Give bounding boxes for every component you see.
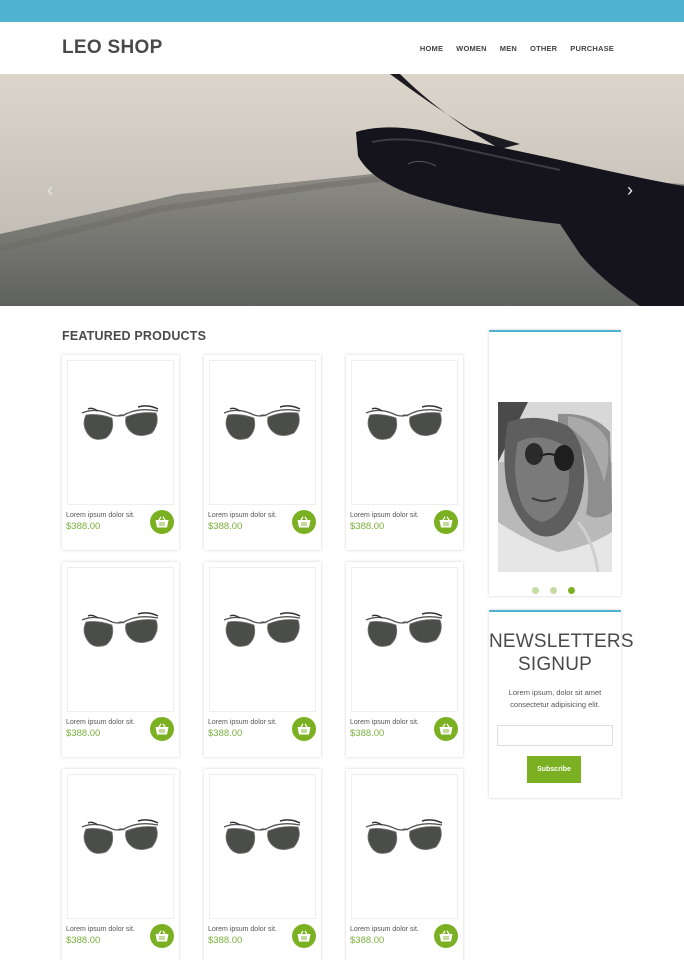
add-to-cart-button[interactable] <box>292 924 316 948</box>
product-price: $388.00 <box>350 728 385 739</box>
site-logo[interactable]: LEO SHOP <box>62 37 163 59</box>
sunglasses-icon <box>365 405 443 440</box>
product-image[interactable] <box>351 360 458 505</box>
sunglasses-icon <box>223 819 301 854</box>
hero-slider: ‹ › <box>0 74 684 306</box>
product-image[interactable] <box>209 360 316 505</box>
sunglasses-icon <box>365 612 443 647</box>
product-image[interactable] <box>209 567 316 712</box>
add-to-cart-button[interactable] <box>150 924 174 948</box>
basket-icon <box>297 723 311 735</box>
add-to-cart-button[interactable] <box>150 510 174 534</box>
product-price: $388.00 <box>66 728 101 739</box>
add-to-cart-button[interactable] <box>150 717 174 741</box>
newsletter-email-input[interactable] <box>497 725 613 746</box>
product-card[interactable]: Lorem ipsum dolor sit. $388.00 <box>204 769 321 960</box>
nav-other[interactable]: OTHER <box>530 44 557 53</box>
add-to-cart-button[interactable] <box>292 717 316 741</box>
product-image[interactable] <box>351 774 458 919</box>
product-price: $388.00 <box>208 521 243 532</box>
product-card[interactable]: Lorem ipsum dolor sit. $388.00 <box>346 769 463 960</box>
subscribe-button[interactable]: Subscribe <box>527 756 581 783</box>
featured-products-title: FEATURED PRODUCTS <box>62 329 207 343</box>
basket-icon <box>439 930 453 942</box>
basket-icon <box>439 723 453 735</box>
product-image[interactable] <box>351 567 458 712</box>
add-to-cart-button[interactable] <box>434 924 458 948</box>
product-name: Lorem ipsum dolor sit. <box>208 926 277 933</box>
basket-icon <box>439 516 453 528</box>
newsletter-title-line2: SIGNUP <box>517 654 593 675</box>
newsletter-title: NEWSLETTERS SIGNUP <box>489 630 634 676</box>
add-to-cart-button[interactable] <box>292 510 316 534</box>
product-price: $388.00 <box>350 521 385 532</box>
product-card[interactable]: Lorem ipsum dolor sit. $388.00 <box>346 562 463 757</box>
slider-photo[interactable] <box>498 402 612 572</box>
product-price: $388.00 <box>208 728 243 739</box>
product-price: $388.00 <box>208 935 243 946</box>
hero-next-icon[interactable]: › <box>622 180 638 200</box>
product-card[interactable]: Lorem ipsum dolor sit. $388.00 <box>62 562 179 757</box>
product-name: Lorem ipsum dolor sit. <box>66 719 135 726</box>
slider-dot-3[interactable] <box>568 587 575 594</box>
woman-portrait-image <box>498 402 612 572</box>
basket-icon <box>155 930 169 942</box>
hero-sunglasses-image <box>0 74 684 306</box>
add-to-cart-button[interactable] <box>434 510 458 534</box>
slider-dot-1[interactable] <box>532 587 539 594</box>
product-name: Lorem ipsum dolor sit. <box>66 926 135 933</box>
newsletter-description: Lorem ipsum, dolor sit amet consectetur … <box>508 688 602 709</box>
hero-prev-icon[interactable]: ‹ <box>42 180 58 200</box>
product-price: $388.00 <box>350 935 385 946</box>
newsletter-title-line1: NEWSLETTERS <box>489 631 634 652</box>
basket-icon <box>297 516 311 528</box>
basket-icon <box>155 723 169 735</box>
site-header: LEO SHOP HOME WOMEN MEN OTHER PURCHASE <box>0 22 684 74</box>
slider-dot-2[interactable] <box>550 587 557 594</box>
product-card[interactable]: Lorem ipsum dolor sit. $388.00 <box>346 355 463 550</box>
newsletter-box: NEWSLETTERS SIGNUP Lorem ipsum, dolor si… <box>489 610 634 798</box>
product-card[interactable]: Lorem ipsum dolor sit. $388.00 <box>204 355 321 550</box>
main-nav: HOME WOMEN MEN OTHER PURCHASE <box>420 44 614 53</box>
product-card[interactable]: Lorem ipsum dolor sit. $388.00 <box>204 562 321 757</box>
basket-icon <box>297 930 311 942</box>
product-image[interactable] <box>209 774 316 919</box>
top-accent-bar <box>0 0 684 22</box>
nav-purchase[interactable]: PURCHASE <box>570 44 614 53</box>
sunglasses-icon <box>81 405 159 440</box>
product-card[interactable]: Lorem ipsum dolor sit. $388.00 <box>62 769 179 960</box>
sunglasses-icon <box>81 612 159 647</box>
basket-icon <box>155 516 169 528</box>
product-name: Lorem ipsum dolor sit. <box>350 512 419 519</box>
product-image[interactable] <box>67 360 174 505</box>
product-image[interactable] <box>67 567 174 712</box>
product-name: Lorem ipsum dolor sit. <box>350 719 419 726</box>
product-price: $388.00 <box>66 521 101 532</box>
product-image[interactable] <box>67 774 174 919</box>
sunglasses-icon <box>81 819 159 854</box>
product-name: Lorem ipsum dolor sit. <box>208 512 277 519</box>
product-name: Lorem ipsum dolor sit. <box>350 926 419 933</box>
product-price: $388.00 <box>66 935 101 946</box>
sidebar-image-slider <box>489 330 621 596</box>
sunglasses-icon <box>223 612 301 647</box>
product-name: Lorem ipsum dolor sit. <box>66 512 135 519</box>
product-name: Lorem ipsum dolor sit. <box>208 719 277 726</box>
sunglasses-icon <box>223 405 301 440</box>
slider-dots <box>532 587 575 594</box>
sunglasses-icon <box>365 819 443 854</box>
product-card[interactable]: Lorem ipsum dolor sit. $388.00 <box>62 355 179 550</box>
nav-women[interactable]: WOMEN <box>456 44 487 53</box>
nav-home[interactable]: HOME <box>420 44 443 53</box>
add-to-cart-button[interactable] <box>434 717 458 741</box>
nav-men[interactable]: MEN <box>500 44 517 53</box>
